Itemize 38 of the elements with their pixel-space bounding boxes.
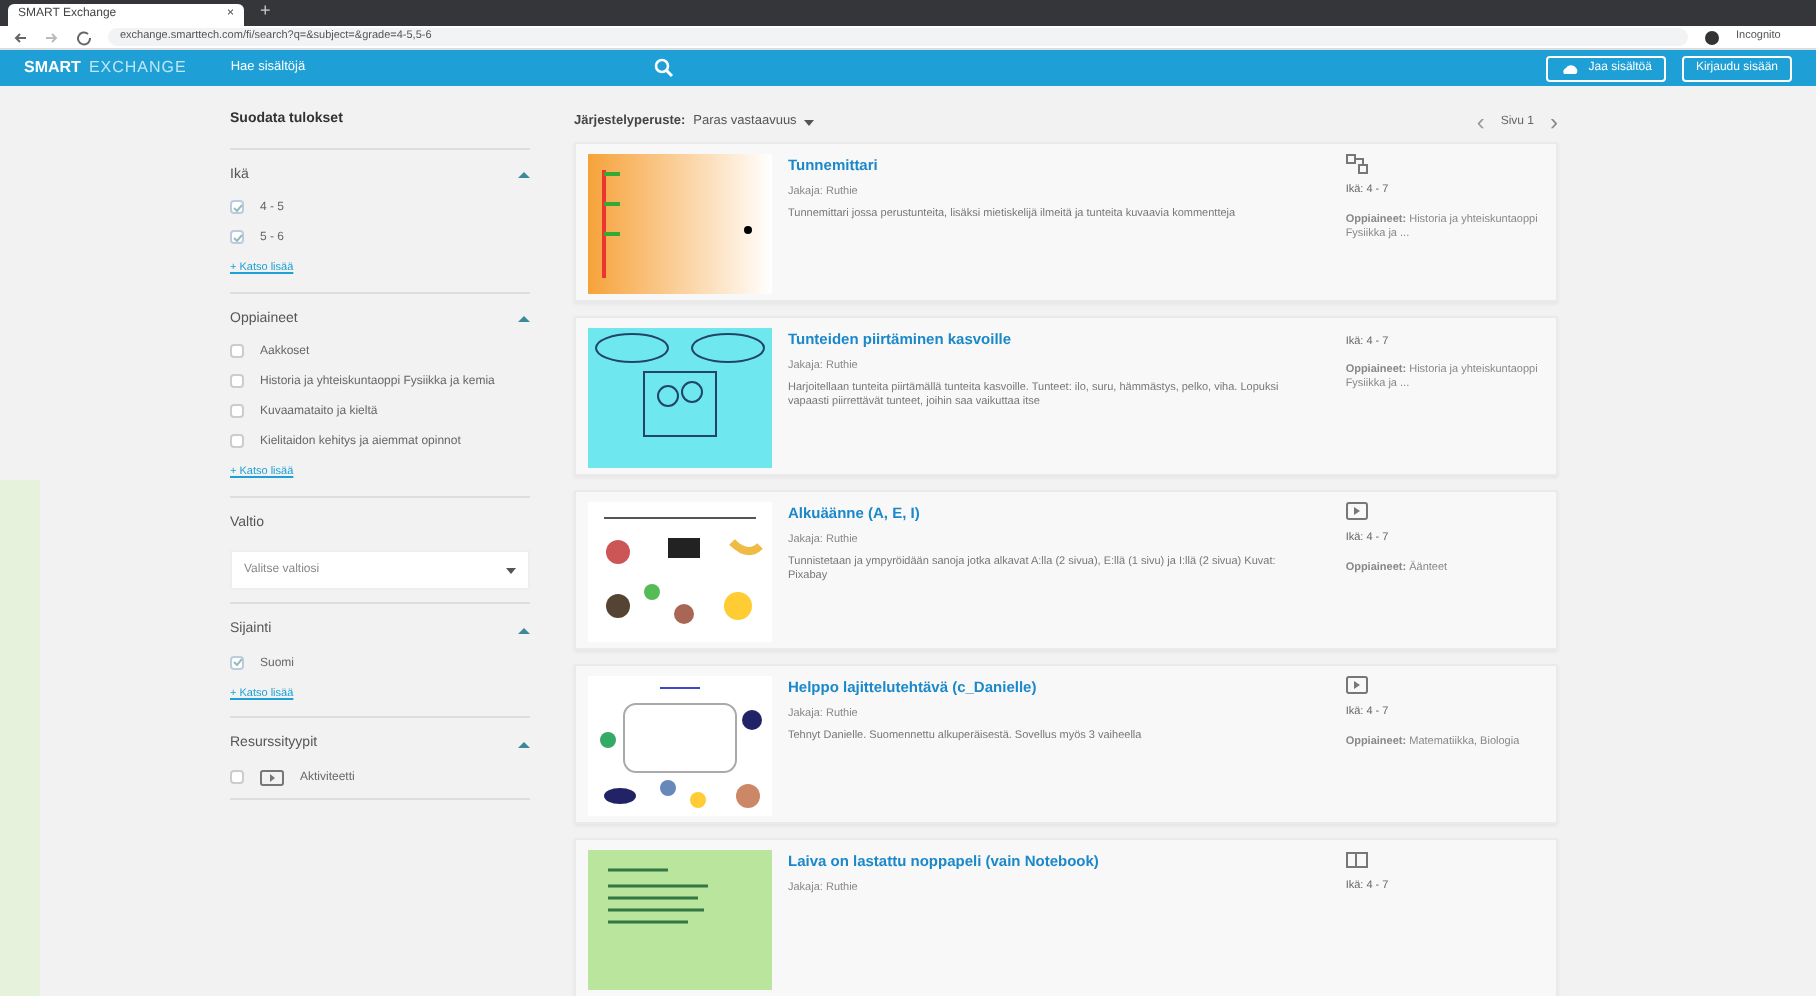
thumbnail-picture[interactable] [588, 502, 772, 642]
check-icon [231, 231, 243, 243]
check-icon [231, 656, 243, 668]
new-tab-button[interactable]: + [260, 0, 271, 26]
caret-icon[interactable] [518, 316, 530, 323]
caret-icon [804, 119, 815, 125]
reload-icon[interactable] [76, 29, 92, 45]
profile-avatar-icon[interactable] [1704, 29, 1720, 45]
checkbox[interactable] [230, 434, 244, 448]
caret-icon [506, 567, 516, 573]
checkbox[interactable] [230, 374, 244, 388]
back-icon[interactable] [12, 29, 28, 45]
caret-icon[interactable] [518, 172, 530, 179]
previous-page-button[interactable]: ‹ [1476, 112, 1485, 132]
search-icon[interactable] [653, 58, 674, 78]
checkbox[interactable] [230, 200, 244, 214]
screen-icon [260, 769, 284, 785]
thumbnail-picture[interactable] [588, 154, 772, 294]
checkbox[interactable] [230, 404, 244, 418]
thumbnail-picture[interactable] [588, 676, 772, 816]
cloud-icon [1560, 61, 1581, 75]
checkbox[interactable] [230, 344, 244, 358]
diagram-icon [1345, 154, 1368, 174]
caret-icon[interactable] [518, 741, 530, 748]
checkbox[interactable] [230, 230, 244, 244]
checkbox[interactable] [230, 769, 244, 783]
thumbnail-picture[interactable] [588, 850, 772, 990]
thumbnail-picture[interactable] [588, 328, 772, 468]
book-icon [1345, 850, 1368, 870]
check-icon [231, 201, 243, 213]
caret-icon[interactable] [518, 627, 530, 634]
forward-icon[interactable] [44, 29, 60, 45]
checkbox[interactable] [230, 655, 244, 669]
screen-icon [1345, 502, 1368, 522]
logo-text[interactable]: SMART [24, 56, 81, 80]
screen-icon [1345, 676, 1368, 696]
logo-text[interactable]: EXCHANGE [88, 56, 187, 80]
next-page-button[interactable]: › [1550, 112, 1558, 132]
